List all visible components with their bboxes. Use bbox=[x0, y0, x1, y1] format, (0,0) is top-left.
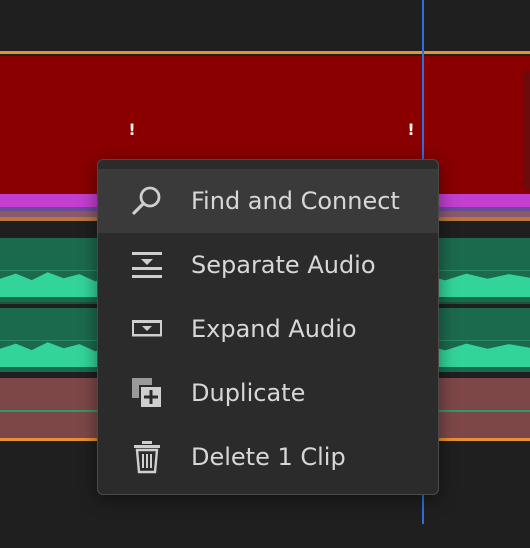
menu-item-duplicate[interactable]: Duplicate bbox=[98, 361, 438, 425]
warning-marker[interactable]: ! bbox=[406, 122, 416, 138]
menu-item-label: Expand Audio bbox=[191, 315, 357, 343]
menu-item-delete-clip[interactable]: Delete 1 Clip bbox=[98, 425, 438, 489]
menu-item-separate-audio[interactable]: Separate Audio bbox=[98, 233, 438, 297]
search-icon bbox=[130, 184, 164, 218]
menu-item-label: Delete 1 Clip bbox=[191, 443, 346, 471]
timeline-range-line-top bbox=[0, 51, 530, 54]
warning-marker[interactable]: ! bbox=[127, 122, 137, 138]
duplicate-icon bbox=[130, 376, 164, 410]
menu-item-label: Find and Connect bbox=[191, 187, 400, 215]
expand-audio-icon bbox=[130, 312, 164, 346]
trash-icon bbox=[130, 440, 164, 474]
menu-item-label: Separate Audio bbox=[191, 251, 376, 279]
context-menu: Find and Connect Separate Audio Expand A… bbox=[97, 159, 439, 495]
video-clip-edge[interactable] bbox=[524, 72, 530, 190]
separate-audio-icon bbox=[130, 248, 164, 282]
menu-item-expand-audio[interactable]: Expand Audio bbox=[98, 297, 438, 361]
menu-item-find-and-connect[interactable]: Find and Connect bbox=[98, 169, 438, 233]
menu-item-label: Duplicate bbox=[191, 379, 306, 407]
